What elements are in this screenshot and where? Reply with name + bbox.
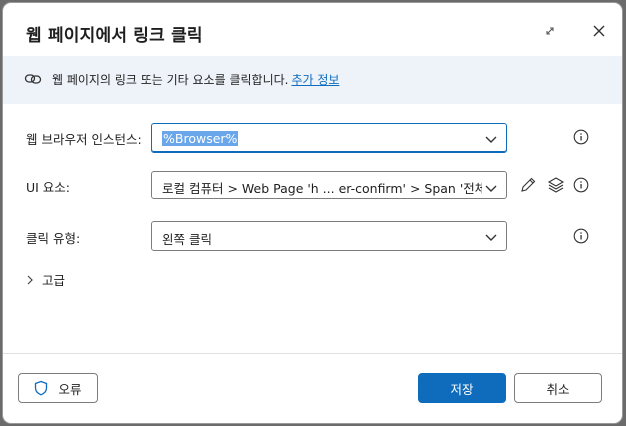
save-button[interactable]: 저장 [418,373,506,403]
chevron-down-icon [484,180,498,194]
ui-element-select[interactable]: 로컬 컴퓨터 > Web Page 'h ... er-confirm' > S… [151,171,507,199]
browser-instance-label: 웹 브라우저 인스턴스: [26,132,142,147]
chevron-down-icon [484,131,498,145]
browser-instance-value: %Browser% [162,131,239,146]
advanced-toggle[interactable]: 고급 [26,270,65,289]
info-circle-icon[interactable] [573,177,589,193]
ui-element-label: UI 요소: [26,180,71,195]
click-type-label: 클릭 유형: [26,231,81,246]
error-button-label: 오류 [58,381,82,397]
browser-instance-selected-text: %Browser% [162,131,239,146]
shield-icon [35,380,48,396]
dialog: 웹 페이지에서 링크 클릭 웹 페이지의 링크 또는 기타 요소를 클릭합니다.… [3,3,622,423]
info-bar: 웹 페이지의 링크 또는 기타 요소를 클릭합니다. 추가 정보 [3,56,622,104]
info-circle-icon[interactable] [573,129,589,145]
chevron-right-icon [26,273,34,288]
info-circle-icon[interactable] [573,228,589,244]
error-button[interactable]: 오류 [18,373,98,403]
pencil-icon[interactable] [519,176,537,194]
footer-divider [3,353,622,354]
ui-element-value: 로컬 컴퓨터 > Web Page 'h ... er-confirm' > S… [162,181,482,196]
cancel-button[interactable]: 취소 [514,373,602,403]
advanced-label: 고급 [42,273,66,288]
layers-icon[interactable] [547,176,565,194]
info-description: 웹 페이지의 링크 또는 기타 요소를 클릭합니다. 추가 정보 [52,71,339,88]
info-text: 웹 페이지의 링크 또는 기타 요소를 클릭합니다. [52,73,289,87]
close-icon[interactable] [589,21,609,41]
link-icon [24,70,42,88]
expand-icon[interactable] [541,22,559,40]
browser-instance-select[interactable]: %Browser% [151,123,507,153]
click-type-value: 왼쪽 클릭 [162,232,212,247]
click-type-select[interactable]: 왼쪽 클릭 [151,221,507,251]
dialog-title: 웹 페이지에서 링크 클릭 [26,26,203,46]
chevron-down-icon [484,229,498,243]
more-info-link[interactable]: 추가 정보 [291,73,339,87]
